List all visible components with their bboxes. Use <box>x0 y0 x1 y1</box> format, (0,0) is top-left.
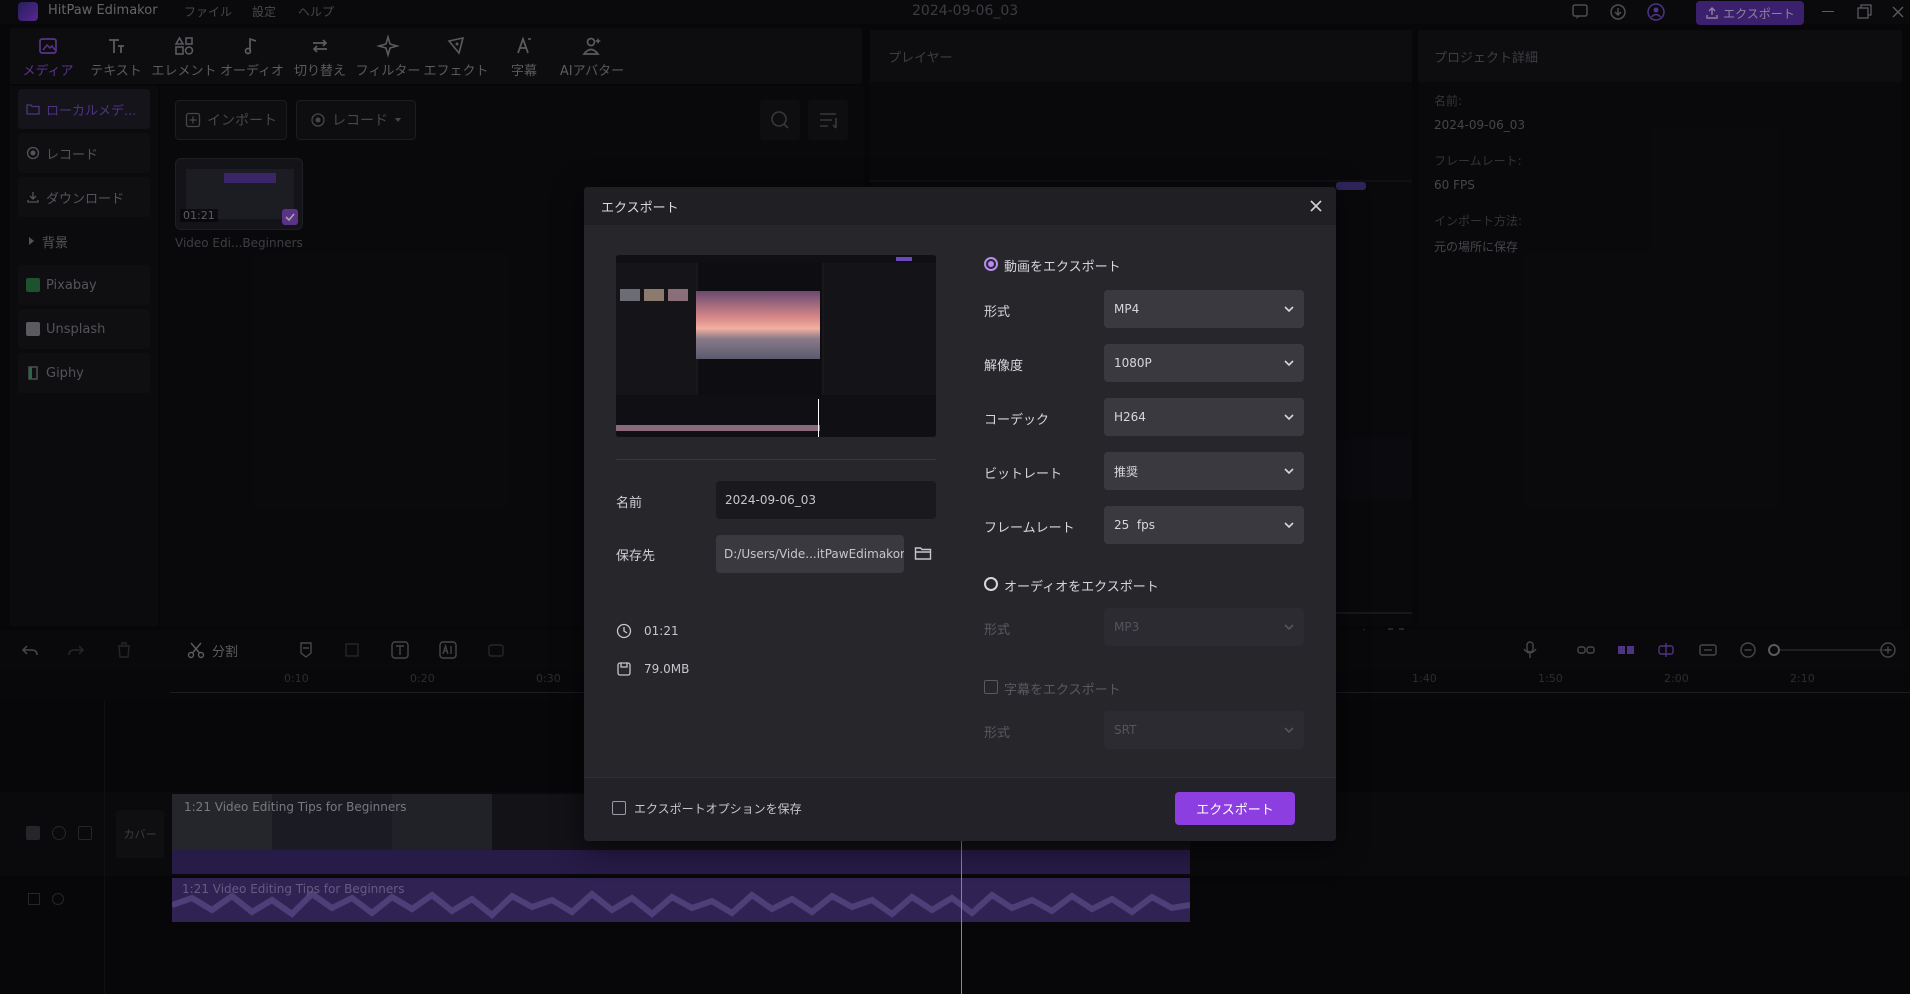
audio-format-select[interactable]: MP3 <box>1104 608 1304 646</box>
chevron-down-icon <box>1284 624 1294 631</box>
bitrate-value: 推奨 <box>1114 464 1139 479</box>
preview-media-pane <box>616 263 696 395</box>
file-size-icon <box>616 661 632 677</box>
export-audio-label: オーディオをエクスポート <box>1004 580 1159 595</box>
subtitle-format-label: 形式 <box>984 726 1011 741</box>
export-video-radio[interactable] <box>984 257 998 271</box>
codec-label: コーデック <box>984 413 1050 428</box>
chevron-down-icon <box>1284 360 1294 367</box>
chevron-down-icon <box>1284 414 1294 421</box>
save-options-label: エクスポートオプションを保存 <box>634 802 802 816</box>
format-value: MP4 <box>1114 302 1140 316</box>
audio-format-value: MP3 <box>1114 620 1140 634</box>
export-button-label: エクスポート <box>1196 803 1274 818</box>
framerate-label: フレームレート <box>984 521 1075 536</box>
export-dialog: エクスポート 名前 2024-09-06_03 保存先 D:/Users/Vid… <box>584 187 1336 841</box>
format-label: 形式 <box>984 305 1011 320</box>
audio-format-label: 形式 <box>984 623 1011 638</box>
preview-badge <box>896 257 912 261</box>
resolution-label: 解像度 <box>984 359 1024 374</box>
subtitle-format-select[interactable]: SRT <box>1104 711 1304 749</box>
duration-value: 01:21 <box>644 624 679 638</box>
resolution-value: 1080P <box>1114 356 1152 370</box>
preview-clip <box>616 425 820 431</box>
preview-video-frame <box>696 291 820 359</box>
preview-details-pane <box>824 263 936 395</box>
name-value: 2024-09-06_03 <box>725 493 817 507</box>
close-icon[interactable] <box>1308 198 1324 214</box>
save-options-checkbox[interactable] <box>612 801 626 815</box>
chevron-down-icon <box>1284 727 1294 734</box>
framerate-select[interactable]: 25 fps <box>1104 506 1304 544</box>
folder-icon[interactable] <box>914 544 932 562</box>
save-path-field[interactable]: D:/Users/Vide...itPawEdimakor <box>716 535 904 573</box>
codec-select[interactable]: H264 <box>1104 398 1304 436</box>
export-audio-radio[interactable] <box>984 577 998 591</box>
bitrate-select[interactable]: 推奨 <box>1104 452 1304 490</box>
format-select[interactable]: MP4 <box>1104 290 1304 328</box>
preview-titlebar <box>616 255 936 263</box>
save-location-label: 保存先 <box>616 549 656 564</box>
export-subtitle-label: 字幕をエクスポート <box>1004 683 1121 698</box>
file-size-value: 79.0MB <box>644 662 690 676</box>
chevron-down-icon <box>1284 522 1294 529</box>
resolution-select[interactable]: 1080P <box>1104 344 1304 382</box>
export-preview <box>616 255 936 437</box>
save-path-value: D:/Users/Vide...itPawEdimakor <box>724 547 904 561</box>
dialog-divider <box>616 459 936 460</box>
dialog-header <box>584 187 1336 225</box>
bitrate-label: ビットレート <box>984 467 1063 482</box>
chevron-down-icon <box>1284 306 1294 313</box>
preview-playhead <box>818 399 819 437</box>
preview-thumb <box>668 289 688 301</box>
preview-thumb <box>644 289 664 301</box>
clock-icon <box>616 623 632 639</box>
name-label: 名前 <box>616 496 643 511</box>
export-subtitle-checkbox[interactable] <box>984 680 998 694</box>
export-video-label: 動画をエクスポート <box>1004 260 1121 275</box>
preview-thumb <box>620 289 640 301</box>
chevron-down-icon <box>1284 468 1294 475</box>
export-button[interactable]: エクスポート <box>1175 792 1295 825</box>
subtitle-format-value: SRT <box>1114 723 1137 737</box>
framerate-value: 25 fps <box>1114 518 1155 532</box>
name-field[interactable]: 2024-09-06_03 <box>716 481 936 519</box>
dialog-title: エクスポート <box>601 201 679 216</box>
codec-value: H264 <box>1114 410 1146 424</box>
